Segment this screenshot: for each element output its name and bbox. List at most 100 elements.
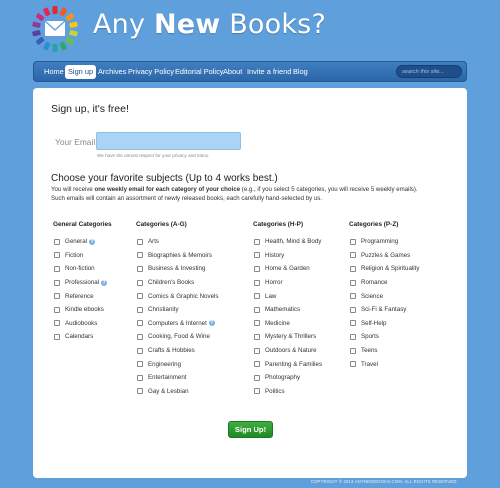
category-option-arts[interactable]: Arts bbox=[136, 235, 219, 249]
help-icon[interactable]: ? bbox=[208, 320, 215, 327]
category-option-home-garden[interactable]: Home & Garden bbox=[253, 262, 322, 276]
category-checkbox[interactable] bbox=[254, 279, 260, 286]
category-option-photography[interactable]: Photography bbox=[253, 371, 322, 385]
category-checkbox[interactable] bbox=[350, 238, 356, 245]
category-option-gay-lesbian[interactable]: Gay & Lesbian bbox=[136, 385, 219, 399]
category-option-science[interactable]: Science bbox=[349, 289, 419, 303]
category-option-history[interactable]: History bbox=[253, 249, 322, 263]
category-option-horror[interactable]: Horror bbox=[253, 276, 322, 290]
help-icon[interactable]: ? bbox=[101, 279, 108, 286]
nav-blog[interactable]: Blog bbox=[290, 65, 311, 79]
category-checkbox[interactable] bbox=[350, 320, 356, 327]
help-icon[interactable]: ? bbox=[89, 238, 96, 245]
category-checkbox[interactable] bbox=[54, 293, 60, 300]
category-checkbox[interactable] bbox=[54, 252, 60, 259]
category-checkbox[interactable] bbox=[54, 333, 60, 340]
category-label: Reference bbox=[65, 292, 94, 300]
category-option-reference[interactable]: Reference bbox=[53, 289, 112, 303]
category-option-law[interactable]: Law bbox=[253, 289, 322, 303]
category-option-professional[interactable]: Professional? bbox=[53, 276, 112, 290]
category-checkbox[interactable] bbox=[137, 265, 143, 272]
category-option-entertainment[interactable]: Entertainment bbox=[136, 371, 219, 385]
sign-up-button[interactable]: Sign Up! bbox=[228, 421, 273, 438]
category-checkbox[interactable] bbox=[254, 238, 260, 245]
category-option-mystery-thrillers[interactable]: Mystery & Thrillers bbox=[253, 330, 322, 344]
category-option-biographies-memoirs[interactable]: Biographies & Memoirs bbox=[136, 249, 219, 263]
category-option-business-investing[interactable]: Business & Investing bbox=[136, 262, 219, 276]
search-input[interactable] bbox=[402, 66, 456, 77]
category-checkbox[interactable] bbox=[350, 361, 356, 368]
category-option-crafts-hobbies[interactable]: Crafts & Hobbies bbox=[136, 344, 219, 358]
nav-invite-a-friend[interactable]: Invite a friend bbox=[244, 65, 294, 79]
category-option-parenting-families[interactable]: Parenting & Families bbox=[253, 357, 322, 371]
category-checkbox[interactable] bbox=[137, 252, 143, 259]
category-checkbox[interactable] bbox=[54, 279, 60, 286]
category-checkbox[interactable] bbox=[54, 265, 60, 272]
nav-sign-up[interactable]: Sign up bbox=[65, 65, 97, 79]
nav-editorial-policy[interactable]: Editorial Policy bbox=[172, 65, 226, 79]
brand-title[interactable]: Any New Books? bbox=[93, 9, 326, 40]
category-checkbox[interactable] bbox=[137, 279, 143, 286]
category-checkbox[interactable] bbox=[350, 279, 356, 286]
category-checkbox[interactable] bbox=[254, 265, 260, 272]
category-option-romance[interactable]: Romance bbox=[349, 276, 419, 290]
nav-home[interactable]: Home bbox=[41, 65, 67, 79]
category-checkbox[interactable] bbox=[350, 306, 356, 313]
category-checkbox[interactable] bbox=[54, 238, 60, 245]
category-option-self-help[interactable]: Self-Help bbox=[349, 317, 419, 331]
category-option-non-fiction[interactable]: Non-fiction bbox=[53, 262, 112, 276]
category-option-medicine[interactable]: Medicine bbox=[253, 317, 322, 331]
nav-privacy-policy[interactable]: Privacy Policy bbox=[125, 65, 177, 79]
category-option-sports[interactable]: Sports bbox=[349, 330, 419, 344]
category-checkbox[interactable] bbox=[254, 347, 260, 354]
category-checkbox[interactable] bbox=[54, 306, 60, 313]
category-option-audiobooks[interactable]: Audiobooks bbox=[53, 317, 112, 331]
category-checkbox[interactable] bbox=[350, 347, 356, 354]
category-checkbox[interactable] bbox=[137, 293, 143, 300]
category-option-cooking-food-wine[interactable]: Cooking, Food & Wine bbox=[136, 330, 219, 344]
category-checkbox[interactable] bbox=[350, 265, 356, 272]
category-option-outdoors-nature[interactable]: Outdoors & Nature bbox=[253, 344, 322, 358]
category-option-computers-internet[interactable]: Computers & Internet? bbox=[136, 317, 219, 331]
category-checkbox[interactable] bbox=[254, 306, 260, 313]
category-option-general[interactable]: General? bbox=[53, 235, 112, 249]
signup-panel: Sign up, it's free! Your Email We have t… bbox=[33, 88, 467, 478]
category-option-calendars[interactable]: Calendars bbox=[53, 330, 112, 344]
category-option-fiction[interactable]: Fiction bbox=[53, 249, 112, 263]
category-checkbox[interactable] bbox=[137, 238, 143, 245]
category-checkbox[interactable] bbox=[137, 388, 143, 395]
category-option-travel[interactable]: Travel bbox=[349, 357, 419, 371]
category-option-mathematics[interactable]: Mathematics bbox=[253, 303, 322, 317]
category-checkbox[interactable] bbox=[254, 293, 260, 300]
category-checkbox[interactable] bbox=[137, 320, 143, 327]
category-checkbox[interactable] bbox=[137, 306, 143, 313]
category-checkbox[interactable] bbox=[350, 333, 356, 340]
category-option-comics-graphic-novels[interactable]: Comics & Graphic Novels bbox=[136, 289, 219, 303]
category-checkbox[interactable] bbox=[254, 388, 260, 395]
category-option-sci-fi-fantasy[interactable]: Sci-Fi & Fantasy bbox=[349, 303, 419, 317]
category-checkbox[interactable] bbox=[137, 347, 143, 354]
category-checkbox[interactable] bbox=[254, 374, 260, 381]
nav-about[interactable]: About bbox=[220, 65, 245, 79]
category-checkbox[interactable] bbox=[254, 320, 260, 327]
category-checkbox[interactable] bbox=[254, 361, 260, 368]
category-checkbox[interactable] bbox=[254, 252, 260, 259]
category-checkbox[interactable] bbox=[350, 252, 356, 259]
category-checkbox[interactable] bbox=[54, 320, 60, 327]
category-checkbox[interactable] bbox=[137, 374, 143, 381]
category-option-christianity[interactable]: Christianity bbox=[136, 303, 219, 317]
category-option-religion-spirituality[interactable]: Religion & Spirituality bbox=[349, 262, 419, 276]
category-option-kindle-ebooks[interactable]: Kindle ebooks bbox=[53, 303, 112, 317]
category-option-programming[interactable]: Programming bbox=[349, 235, 419, 249]
category-option-puzzles-games[interactable]: Puzzles & Games bbox=[349, 249, 419, 263]
category-checkbox[interactable] bbox=[350, 293, 356, 300]
category-checkbox[interactable] bbox=[137, 333, 143, 340]
category-option-politics[interactable]: Politics bbox=[253, 385, 322, 399]
category-option-children-s-books[interactable]: Children's Books bbox=[136, 276, 219, 290]
category-checkbox[interactable] bbox=[137, 361, 143, 368]
email-field[interactable] bbox=[96, 132, 241, 150]
category-option-health-mind-body[interactable]: Health, Mind & Body bbox=[253, 235, 322, 249]
category-option-teens[interactable]: Teens bbox=[349, 344, 419, 358]
category-option-engineering[interactable]: Engineering bbox=[136, 357, 219, 371]
category-checkbox[interactable] bbox=[254, 333, 260, 340]
